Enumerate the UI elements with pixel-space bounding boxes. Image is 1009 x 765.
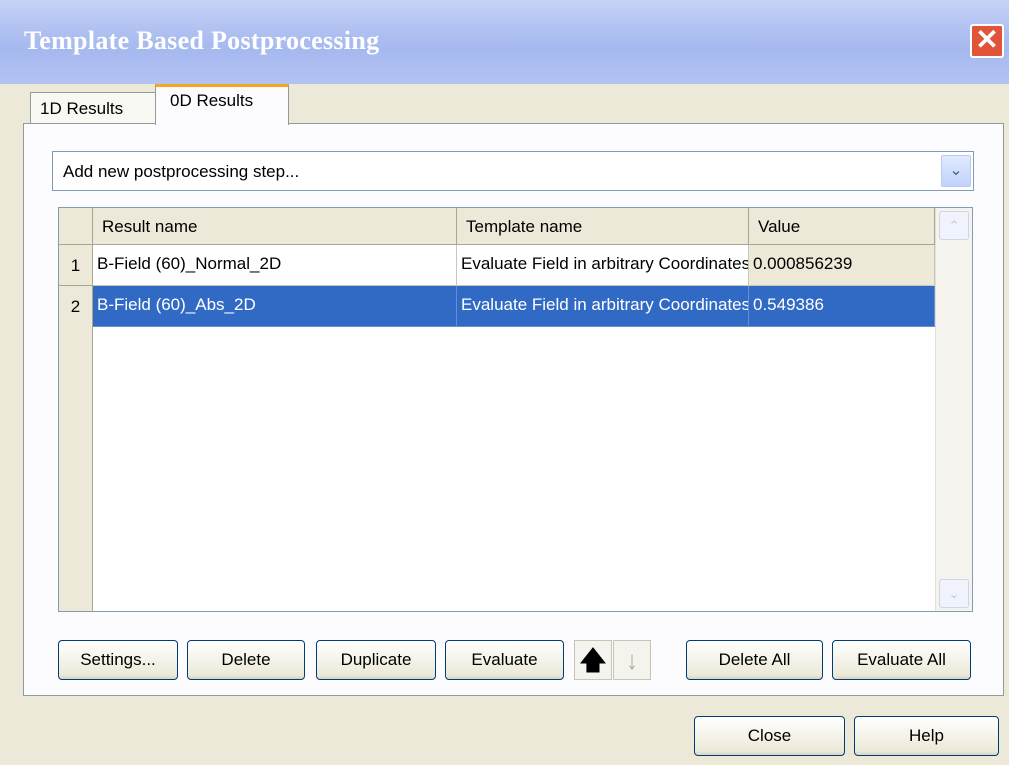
row-header[interactable]: 2 — [59, 286, 93, 327]
close-icon[interactable]: ✕ — [970, 24, 1004, 58]
move-up-button[interactable]: 🡅 — [574, 640, 612, 680]
result-name-cell[interactable]: B-Field (60)_Normal_2D — [93, 245, 457, 286]
arrow-up-icon: 🡅 — [579, 645, 607, 675]
value-cell: 0.549386 — [749, 286, 935, 327]
evaluate-all-button[interactable]: Evaluate All — [832, 640, 971, 680]
chevron-down-icon[interactable]: ⌄ — [941, 155, 971, 187]
scroll-down-icon[interactable]: ⌄ — [939, 579, 969, 608]
move-down-button[interactable]: ↓ — [613, 640, 651, 680]
delete-all-button[interactable]: Delete All — [686, 640, 823, 680]
row-header[interactable]: 1 — [59, 245, 93, 286]
column-header-template-name[interactable]: Template name — [457, 208, 749, 245]
row-header-column — [59, 326, 93, 611]
window-title: Template Based Postprocessing — [24, 26, 380, 55]
help-button[interactable]: Help — [854, 716, 999, 756]
close-button[interactable]: Close — [694, 716, 845, 756]
scroll-up-icon[interactable]: ⌃ — [939, 211, 969, 240]
results-table: Result name Template name Value 1 B-Fiel… — [58, 207, 973, 612]
duplicate-button[interactable]: Duplicate — [316, 640, 436, 680]
evaluate-button[interactable]: Evaluate — [445, 640, 564, 680]
template-name-cell[interactable]: Evaluate Field in arbitrary Coordinates — [457, 245, 749, 286]
add-step-dropdown-value: Add new postprocessing step... — [63, 162, 300, 181]
arrow-down-icon: ↓ — [625, 645, 639, 675]
column-header-value[interactable]: Value — [749, 208, 935, 245]
value-cell: 0.000856239 — [749, 245, 935, 286]
add-step-dropdown[interactable]: Add new postprocessing step... ⌄ — [52, 151, 974, 191]
dialog-window: Template Based Postprocessing ✕ 1D Resul… — [0, 0, 1009, 765]
delete-button[interactable]: Delete — [187, 640, 305, 680]
vertical-scrollbar[interactable]: ⌃ ⌄ — [935, 208, 972, 611]
column-header-result-name[interactable]: Result name — [93, 208, 457, 245]
template-name-cell[interactable]: Evaluate Field in arbitrary Coordinates — [457, 286, 749, 327]
tab-0d-results[interactable]: 0D Results — [155, 84, 289, 125]
corner-header — [59, 208, 93, 245]
result-name-cell[interactable]: B-Field (60)_Abs_2D — [93, 286, 457, 327]
settings-button[interactable]: Settings... — [58, 640, 178, 680]
title-bar[interactable]: Template Based Postprocessing ✕ — [0, 0, 1009, 84]
tab-1d-results[interactable]: 1D Results — [30, 92, 156, 124]
